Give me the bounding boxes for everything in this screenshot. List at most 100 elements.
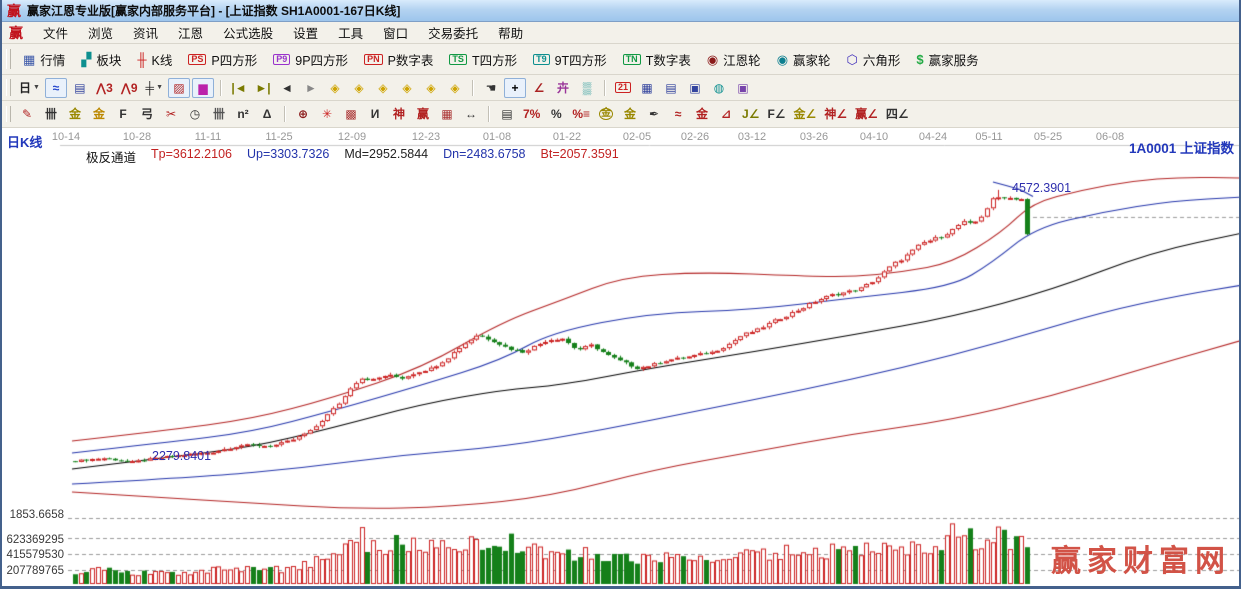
prev-page-button[interactable]: ◄ — [276, 78, 298, 98]
menu-item-0[interactable]: 文件 — [33, 21, 78, 44]
j-angle-icon: J∠ — [742, 108, 759, 120]
scale-h-button[interactable]: ◈ — [372, 78, 394, 98]
cut-tool-button[interactable]: ✂ — [160, 104, 182, 124]
f-angle-button[interactable]: F∠ — [764, 104, 788, 124]
four-angle-button[interactable]: 四∠ — [883, 104, 912, 124]
stats-panel-button[interactable]: ▤ — [496, 104, 518, 124]
scale-right-button[interactable]: ◈ — [348, 78, 370, 98]
span-measure-button[interactable]: ↔ — [460, 104, 482, 124]
hexagon-button[interactable]: ⬡六角形 — [840, 47, 908, 72]
menu-item-9[interactable]: 帮助 — [488, 21, 533, 44]
period-day-button[interactable]: 日▼ — [16, 78, 43, 98]
sectors-button[interactable]: ▞板块 — [74, 47, 128, 72]
box-web-button[interactable]: ▩ — [340, 104, 362, 124]
mini-chart-9-button[interactable]: ⋀9 — [118, 78, 141, 98]
scale-fit-button[interactable]: ◈ — [444, 78, 466, 98]
menu-item-2[interactable]: 资讯 — [123, 21, 168, 44]
histogram-button[interactable]: ▆ — [192, 78, 214, 98]
arc-tool-button[interactable]: 弓 — [136, 104, 158, 124]
gann-lines-button[interactable]: 卌 — [40, 104, 62, 124]
quotes-button[interactable]: ▦行情 — [16, 47, 72, 72]
menu-item-6[interactable]: 工具 — [328, 21, 373, 44]
neural-button[interactable]: ▒ — [576, 78, 598, 98]
n-wave-button[interactable]: И — [364, 104, 386, 124]
ink-angle-button[interactable]: ✒ — [643, 104, 665, 124]
kline-button[interactable]: ╫K线 — [130, 47, 179, 72]
toolbar-grip[interactable] — [6, 79, 11, 95]
gann-wheel-button[interactable]: ◉江恩轮 — [700, 47, 768, 72]
menu-item-4[interactable]: 公式选股 — [213, 21, 283, 44]
next-page-icon: ► — [305, 82, 317, 94]
f10-info-button[interactable]: ▤ — [69, 78, 91, 98]
p-number-button[interactable]: PNP数字表 — [357, 47, 440, 72]
toolbar-separator — [604, 80, 606, 96]
menu-item-3[interactable]: 江恩 — [168, 21, 213, 44]
app-logo-icon: 赢 — [7, 4, 21, 18]
j-angle-button[interactable]: J∠ — [739, 104, 762, 124]
winner-angle-button[interactable]: 赢∠ — [852, 104, 881, 124]
grid-comb-button[interactable]: 卌 — [208, 104, 230, 124]
angle-fan-button[interactable]: Δ — [256, 104, 278, 124]
toolbar-grip[interactable] — [6, 106, 11, 123]
candle-style-button[interactable]: ╪▼ — [143, 78, 166, 98]
gold-ratio-button[interactable]: 金 — [619, 104, 641, 124]
menu-item-1[interactable]: 浏览 — [78, 21, 123, 44]
date-tick: 11-11 — [195, 131, 222, 143]
fib-lines-button[interactable]: F — [112, 104, 134, 124]
angle-tool-button[interactable]: ⊿ — [715, 104, 737, 124]
grid-tool-button[interactable]: 卉 — [552, 78, 574, 98]
next-page-button[interactable]: ► — [300, 78, 322, 98]
channel-value: Tp=3612.2106 — [151, 147, 232, 166]
time-cycle-button[interactable]: ◷ — [184, 104, 206, 124]
draw-pen-button[interactable]: ✎ — [16, 104, 38, 124]
menu-item-8[interactable]: 交易委托 — [418, 21, 488, 44]
percent-lines-button[interactable]: %≡ — [569, 104, 593, 124]
menu-item-5[interactable]: 设置 — [283, 21, 328, 44]
calculator-button[interactable]: ▦ — [636, 78, 658, 98]
period-day-icon: 日 — [19, 82, 31, 94]
hand-tool-button[interactable]: ☚ — [480, 78, 502, 98]
scale-all-button[interactable]: ◈ — [420, 78, 442, 98]
t-number-button[interactable]: TNT数字表 — [616, 47, 698, 72]
gold-angle-red-button[interactable]: 金 — [691, 104, 713, 124]
crosshair-button[interactable]: + — [504, 78, 526, 98]
winner-service-button[interactable]: $赢家服务 — [909, 47, 985, 72]
t-square-button[interactable]: TST四方形 — [442, 47, 524, 72]
trend-chart-button[interactable]: ≈ — [45, 78, 67, 98]
gold-angle-button[interactable]: 金∠ — [791, 104, 820, 124]
scale-left-button[interactable]: ◈ — [324, 78, 346, 98]
save-button[interactable]: ▣ — [684, 78, 706, 98]
winner-tool-button[interactable]: 赢 — [412, 104, 434, 124]
kline-canvas[interactable] — [2, 128, 1239, 586]
magic-tool-button[interactable]: 神 — [388, 104, 410, 124]
first-page-button[interactable]: |◄ — [228, 78, 250, 98]
p-square-button[interactable]: PSP四方形 — [181, 47, 264, 72]
ray-web-button[interactable]: ✳ — [316, 104, 338, 124]
toolbar-grip[interactable] — [6, 49, 11, 69]
9p-square-button[interactable]: P99P四方形 — [266, 47, 355, 72]
percent-button[interactable]: % — [545, 104, 567, 124]
angle-measure-button[interactable]: ∠ — [528, 78, 550, 98]
mini-chart-3-button[interactable]: ⋀3 — [93, 78, 116, 98]
menu-item-7[interactable]: 窗口 — [373, 21, 418, 44]
data-manager-button[interactable]: ◍ — [708, 78, 730, 98]
wave-tool-button[interactable]: ≈ — [667, 104, 689, 124]
scale-v-button[interactable]: ◈ — [396, 78, 418, 98]
price-grid-button[interactable]: ▦ — [436, 104, 458, 124]
channel-value: Bt=2057.3591 — [541, 147, 619, 166]
percent-7-button[interactable]: 7% — [520, 104, 543, 124]
last-page-button[interactable]: ►| — [252, 78, 274, 98]
calendar-button[interactable]: 21 — [612, 78, 634, 98]
gold-circle-button[interactable]: 金 — [595, 104, 617, 124]
scribble-button[interactable]: ▨ — [168, 78, 190, 98]
report-button[interactable]: ▤ — [660, 78, 682, 98]
gold-lines-2-button[interactable]: 金 — [88, 104, 110, 124]
square-numbers-button[interactable]: n² — [232, 104, 254, 124]
gann-target-button[interactable]: ⊕ — [292, 104, 314, 124]
9t-square-button[interactable]: T99T四方形 — [526, 47, 614, 72]
n-wave-icon: И — [371, 108, 380, 120]
remote-pc-button[interactable]: ▣ — [732, 78, 754, 98]
magic-angle-button[interactable]: 神∠ — [821, 104, 850, 124]
winner-wheel-button[interactable]: ◉赢家轮 — [770, 47, 838, 72]
gold-lines-button[interactable]: 金 — [64, 104, 86, 124]
